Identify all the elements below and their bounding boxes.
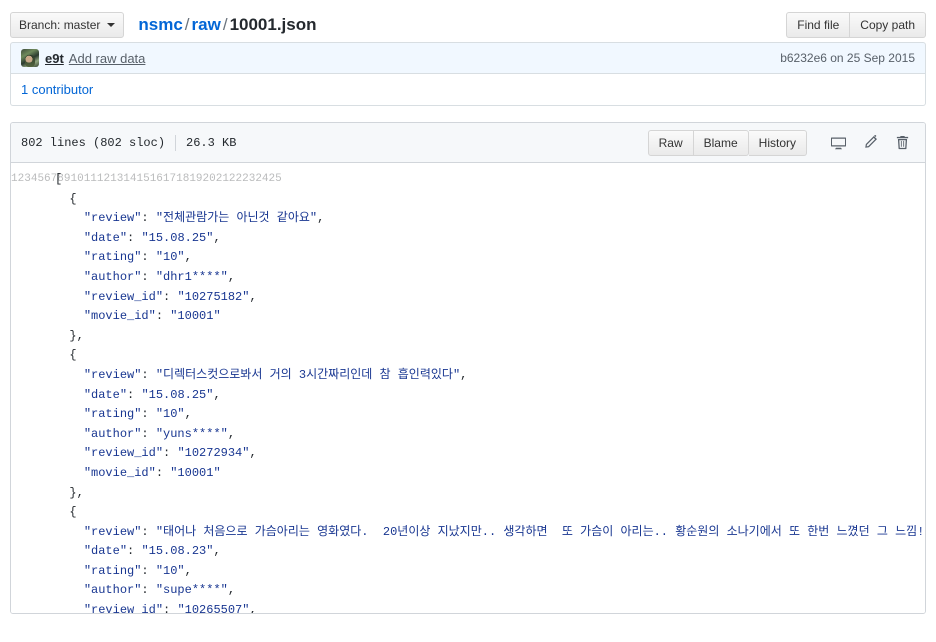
branch-selector-button[interactable]: Branch: master — [10, 12, 125, 38]
file-content-header: 802 lines (802 sloc) 26.3 KB Raw Blame H… — [11, 123, 925, 163]
breadcrumb-folder-link[interactable]: raw — [192, 15, 221, 34]
code-line: "author": "supe****", — [83, 583, 236, 598]
code-content[interactable]: [ { "review": "전체관람가는 아닌것 같아요", "date": … — [53, 163, 925, 614]
chevron-down-icon — [107, 23, 116, 27]
code-line: "review": "디렉터스컷으로봐서 거의 3시간짜리인데 참 흡인력있다"… — [83, 367, 468, 382]
line-number[interactable]: 6 — [44, 173, 51, 185]
trash-icon[interactable] — [889, 131, 915, 155]
line-number-gutter[interactable]: 1234567891011121314151617181920212223242… — [11, 163, 282, 613]
code-line: "movie_id": "10001" — [83, 465, 221, 480]
raw-button[interactable]: Raw — [647, 129, 694, 156]
code-line: { — [55, 505, 77, 520]
code-line: "rating": "10", — [83, 563, 192, 578]
breadcrumb-separator-2: / — [222, 15, 228, 34]
line-number[interactable]: 3 — [24, 173, 31, 185]
file-navigation-actions: Find file Copy path — [786, 12, 926, 38]
file-action-button-group: Find file Copy path — [786, 12, 926, 38]
find-file-button[interactable]: Find file — [786, 12, 851, 38]
commit-meta: b6232e6 on 25 Sep 2015 — [780, 51, 915, 65]
file-info-divider — [175, 134, 177, 151]
copy-path-button[interactable]: Copy path — [850, 12, 926, 38]
code-line: "review_id": "10272934", — [83, 446, 257, 461]
history-button[interactable]: History — [748, 129, 807, 156]
file-info: 802 lines (802 sloc) 26.3 KB — [21, 134, 237, 151]
breadcrumb: nsmc / raw/10001.json — [138, 15, 316, 35]
avatar — [21, 49, 39, 67]
file-content-box: 802 lines (802 sloc) 26.3 KB Raw Blame H… — [10, 122, 926, 614]
file-view-button-group: Raw Blame History — [647, 129, 807, 156]
code-line: }, — [55, 485, 84, 500]
breadcrumb-repo-link[interactable]: nsmc — [138, 15, 182, 34]
code-line: "movie_id": "10001" — [83, 309, 221, 324]
code-line: "review_id": "10275182", — [83, 289, 257, 304]
code-line: { — [55, 348, 77, 363]
blame-button[interactable]: Blame — [693, 129, 749, 156]
breadcrumb-separator-1: / — [184, 15, 190, 34]
file-line-count: 802 lines (802 sloc) — [21, 135, 166, 150]
code-line: "review_id": "10265507", — [83, 603, 257, 614]
commit-author-link[interactable]: e9t — [45, 51, 64, 66]
file-size: 26.3 KB — [186, 135, 237, 150]
code-line: }, — [55, 328, 84, 343]
code-line: "author": "yuns****", — [83, 426, 236, 441]
file-navigation: Branch: master nsmc / raw/10001.json Find … — [10, 0, 926, 42]
code-line: "author": "dhr1****", — [83, 269, 236, 284]
code-line: [ — [55, 172, 63, 186]
code-line: "rating": "10", — [83, 407, 192, 422]
commit-message-link[interactable]: Add raw data — [69, 51, 146, 66]
breadcrumb-filename: 10001.json — [229, 15, 317, 34]
code-line: "date": "15.08.25", — [83, 230, 221, 245]
contributors-link[interactable]: 1 contributor — [21, 82, 93, 97]
contributors-bar: 1 contributor — [10, 74, 926, 106]
desktop-download-icon[interactable] — [825, 131, 851, 155]
latest-commit-bar: e9t Add raw data b6232e6 on 25 Sep 2015 — [10, 42, 926, 74]
code-line: { — [55, 191, 77, 206]
line-number[interactable]: 1 — [11, 173, 18, 185]
code-line: "rating": "10", — [83, 250, 192, 265]
branch-selector-label: Branch: master — [19, 18, 101, 32]
code-viewer: 1234567891011121314151617181920212223242… — [11, 163, 925, 614]
pencil-icon[interactable] — [857, 131, 883, 155]
code-line: "review": "태어나 처음으로 가슴아리는 영화였다. 20년이상 지났… — [83, 524, 925, 539]
file-content-actions: Raw Blame History — [647, 129, 915, 156]
code-line: "date": "15.08.25", — [83, 387, 221, 402]
code-line: "review": "전체관람가는 아닌것 같아요", — [83, 211, 325, 226]
file-view-page: Branch: master nsmc / raw/10001.json Find … — [0, 0, 936, 642]
code-line: "date": "15.08.23", — [83, 544, 221, 559]
